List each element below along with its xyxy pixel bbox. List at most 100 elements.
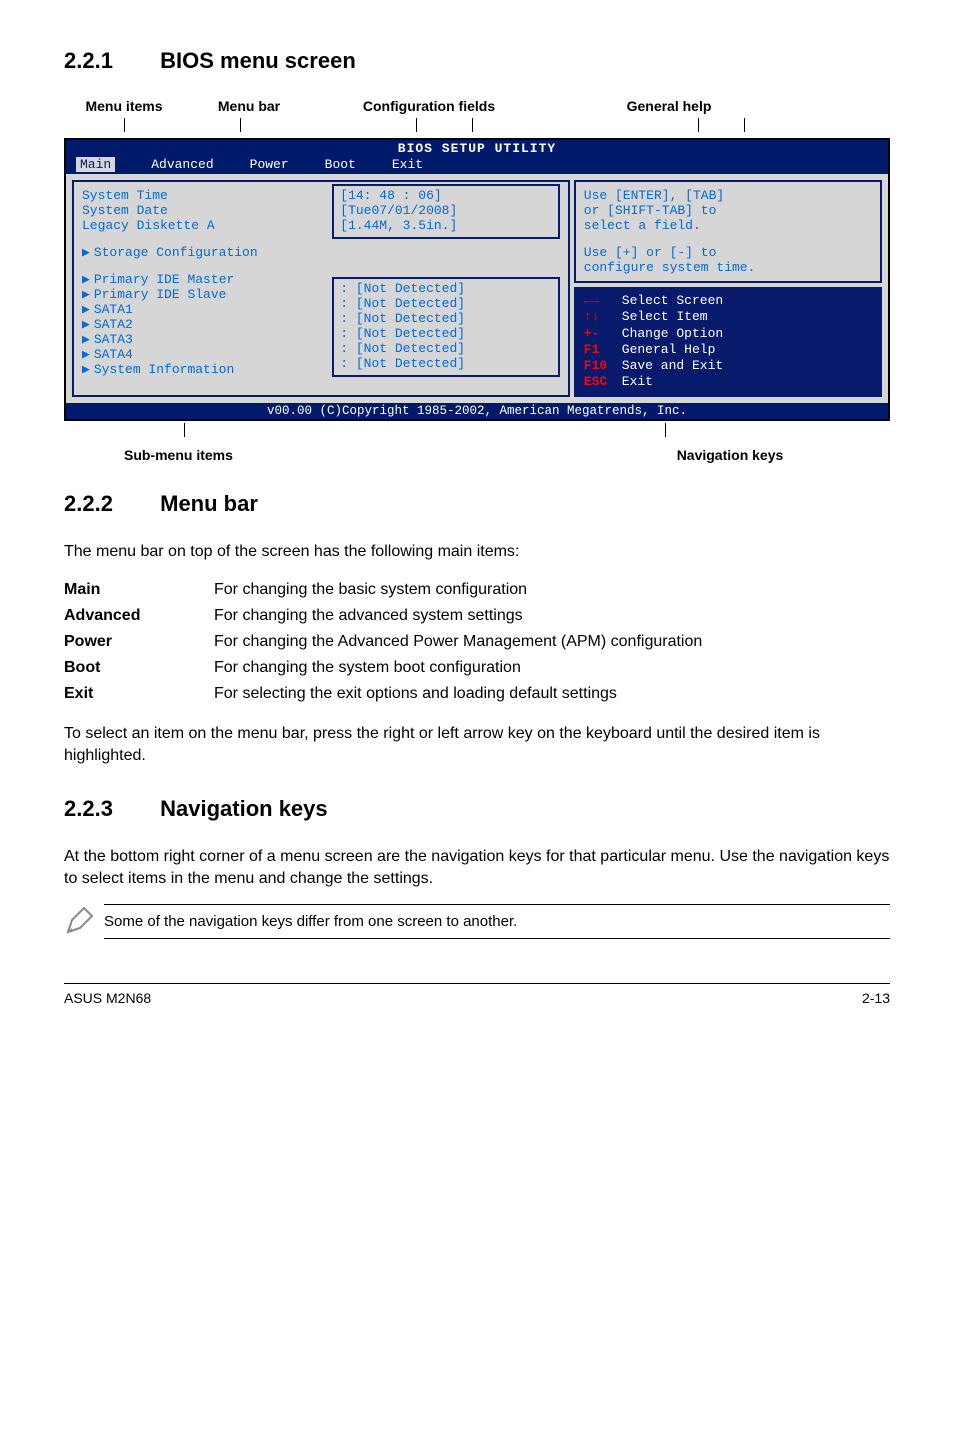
diagram-top-labels: Menu items Menu bar Configuration fields… [64, 98, 890, 114]
pencil-note-icon [64, 904, 104, 943]
label-config-fields: Configuration fields [314, 98, 544, 114]
field-legacy-diskette[interactable]: Legacy Diskette A [82, 218, 332, 233]
table-row: AdvancedFor changing the advanced system… [64, 603, 702, 629]
section-title: Navigation keys [160, 796, 328, 821]
field-storage-config[interactable]: Storage Configuration [94, 245, 258, 260]
nav-exit: Exit [622, 374, 653, 389]
key-f10: F10 [584, 358, 622, 374]
help-line: or [SHIFT-TAB] to [584, 203, 872, 218]
help-line: Use [ENTER], [TAB] [584, 188, 872, 203]
note-text: Some of the navigation keys differ from … [104, 904, 890, 939]
diagram-ticks-top [64, 118, 890, 136]
nav-select-screen: Select Screen [622, 293, 723, 308]
footer-left: ASUS M2N68 [64, 990, 151, 1006]
field-sata1[interactable]: SATA1 [94, 302, 133, 317]
label-general-help: General help [544, 98, 794, 114]
field-sys-info[interactable]: System Information [94, 362, 234, 377]
nav-select-item: Select Item [622, 309, 708, 324]
section-2-2-3-heading: 2.2.3 Navigation keys [64, 796, 890, 822]
field-sata4[interactable]: SATA4 [94, 347, 133, 362]
term-main: Main [64, 577, 214, 603]
value-frame-bottom: : [Not Detected] : [Not Detected] : [Not… [332, 277, 560, 377]
desc-exit: For selecting the exit options and loadi… [214, 681, 702, 707]
term-power: Power [64, 629, 214, 655]
desc-power: For changing the Advanced Power Manageme… [214, 629, 702, 655]
footer-rule [64, 983, 890, 984]
value-legacy-diskette[interactable]: [1.44M, 3.5in.] [340, 218, 552, 233]
value-system-date[interactable]: [Tue07/01/2008] [340, 203, 552, 218]
desc-advanced: For changing the advanced system setting… [214, 603, 702, 629]
section-title: Menu bar [160, 491, 258, 516]
term-boot: Boot [64, 655, 214, 681]
key-f1: F1 [584, 342, 622, 358]
tab-power[interactable]: Power [250, 157, 289, 172]
bios-nav-panel: ←→Select Screen ↑↓Select Item +-Change O… [574, 287, 882, 397]
tab-boot[interactable]: Boot [325, 157, 356, 172]
value-pri-master: : [Not Detected] [340, 281, 552, 296]
term-advanced: Advanced [64, 603, 214, 629]
section-2-2-1-heading: 2.2.1 BIOS menu screen [64, 48, 890, 74]
value-sata4: : [Not Detected] [340, 356, 552, 371]
key-ud: ↑↓ [584, 309, 622, 325]
key-pm: +- [584, 326, 622, 342]
value-sata1: : [Not Detected] [340, 311, 552, 326]
tab-advanced[interactable]: Advanced [151, 157, 213, 172]
footer-right: 2-13 [862, 990, 890, 1006]
menubar-tail: To select an item on the menu bar, press… [64, 723, 890, 768]
label-menu-bar: Menu bar [184, 98, 314, 114]
section-num: 2.2.2 [64, 491, 154, 517]
note-block: Some of the navigation keys differ from … [64, 904, 890, 943]
arrow-icon: ▶ [82, 287, 90, 302]
tab-main[interactable]: Main [76, 157, 115, 172]
label-menu-items: Menu items [64, 98, 184, 114]
table-row: BootFor changing the system boot configu… [64, 655, 702, 681]
diagram-ticks-bottom [64, 423, 890, 441]
field-pri-master[interactable]: Primary IDE Master [94, 272, 234, 287]
field-system-date[interactable]: System Date [82, 203, 332, 218]
arrow-icon: ▶ [82, 245, 90, 260]
section-title: BIOS menu screen [160, 48, 356, 73]
nav-general-help: General Help [622, 342, 716, 357]
bios-footer: v00.00 (C)Copyright 1985-2002, American … [66, 403, 888, 419]
navkeys-body: At the bottom right corner of a menu scr… [64, 846, 890, 891]
label-sub-menu: Sub-menu items [124, 447, 233, 463]
field-system-time[interactable]: System Time [82, 188, 332, 203]
table-row: PowerFor changing the Advanced Power Man… [64, 629, 702, 655]
help-line: configure system time. [584, 260, 872, 275]
arrow-icon: ▶ [82, 347, 90, 362]
field-pri-slave[interactable]: Primary IDE Slave [94, 287, 227, 302]
bios-left-panel: System Time System Date Legacy Diskette … [72, 180, 570, 397]
help-line: select a field. [584, 218, 872, 233]
diagram-bottom-labels: Sub-menu items Navigation keys [64, 447, 890, 463]
term-exit: Exit [64, 681, 214, 707]
field-sata2[interactable]: SATA2 [94, 317, 133, 332]
key-esc: ESC [584, 374, 622, 390]
table-row: ExitFor selecting the exit options and l… [64, 681, 702, 707]
value-system-time[interactable]: [14: 48 : 06] [340, 188, 552, 203]
value-sata3: : [Not Detected] [340, 341, 552, 356]
value-pri-slave: : [Not Detected] [340, 296, 552, 311]
help-line: Use [+] or [-] to [584, 245, 872, 260]
arrow-icon: ▶ [82, 302, 90, 317]
menu-definitions-table: MainFor changing the basic system config… [64, 577, 702, 707]
section-num: 2.2.3 [64, 796, 154, 822]
arrow-icon: ▶ [82, 272, 90, 287]
label-nav-keys: Navigation keys [630, 447, 830, 463]
bios-help-panel: Use [ENTER], [TAB] or [SHIFT-TAB] to sel… [574, 180, 882, 283]
menubar-intro: The menu bar on top of the screen has th… [64, 541, 890, 563]
desc-boot: For changing the system boot configurati… [214, 655, 702, 681]
bios-screenshot: BIOS SETUP UTILITY Main Advanced Power B… [64, 138, 890, 421]
nav-change-option: Change Option [622, 326, 723, 341]
section-2-2-2-heading: 2.2.2 Menu bar [64, 491, 890, 517]
arrow-icon: ▶ [82, 317, 90, 332]
arrow-icon: ▶ [82, 332, 90, 347]
value-sata2: : [Not Detected] [340, 326, 552, 341]
table-row: MainFor changing the basic system config… [64, 577, 702, 603]
bios-menu-bar[interactable]: Main Advanced Power Boot Exit [66, 157, 888, 174]
tab-exit[interactable]: Exit [392, 157, 423, 172]
section-num: 2.2.1 [64, 48, 154, 74]
value-frame-top: [14: 48 : 06] [Tue07/01/2008] [1.44M, 3.… [332, 184, 560, 239]
arrow-icon: ▶ [82, 362, 90, 377]
key-lr: ←→ [584, 293, 622, 309]
field-sata3[interactable]: SATA3 [94, 332, 133, 347]
